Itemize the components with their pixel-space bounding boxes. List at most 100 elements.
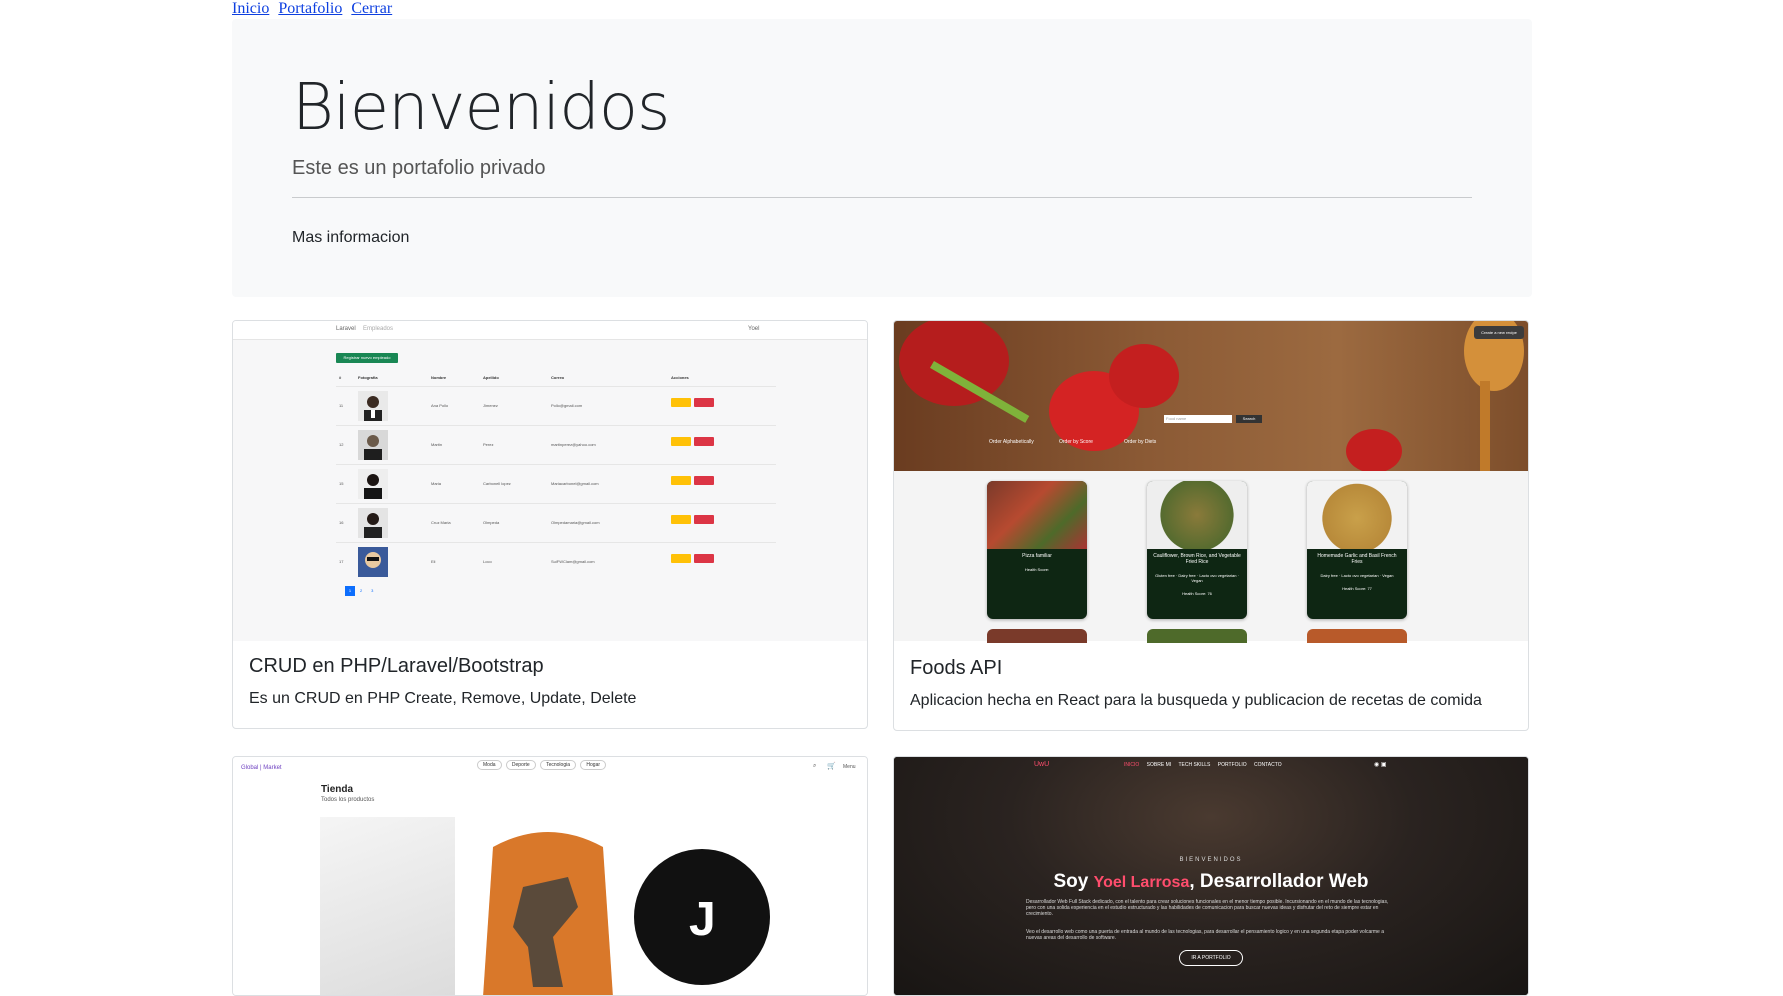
row-name: Ana Pollo (431, 403, 449, 408)
food-search-button: Search (1236, 415, 1262, 423)
recipe-card-peek (987, 629, 1087, 643)
row-id: 12 (339, 442, 344, 447)
recipe-name: Homemade Garlic and Basil French Fries (1317, 553, 1397, 565)
row-id: 16 (339, 520, 344, 525)
divider (292, 197, 1472, 198)
product-image-hoodie (473, 817, 623, 995)
project-screenshot-tienda: Global | Market Moda Deporte Tecnologia … (233, 757, 867, 995)
delete-button (694, 554, 714, 563)
jumbotron: Bienvenidos Este es un portafolio privad… (232, 19, 1532, 297)
col-id: # (339, 375, 342, 380)
page-lead: Este es un portafolio privado (292, 157, 546, 179)
headline-pre: Soy (1053, 871, 1094, 892)
preview-table-header: # Fotografia Nombre Apellido Correo Acci… (336, 375, 776, 385)
portfolio-menu-item: INICIO (1124, 762, 1140, 768)
employee-photo (358, 547, 388, 577)
project-screenshot-foods: Create a new recipe Food name Search Ord… (894, 321, 1528, 643)
table-row: 12 Martin Perez martinperez@yahoo.com (336, 425, 776, 464)
store-menu: Moda Deporte Tecnologia Hogar (477, 760, 607, 770)
store-menu-item: Deporte (505, 760, 536, 770)
delete-button (694, 398, 714, 407)
recipe-card-peek (1147, 629, 1247, 643)
portfolio-kicker: BIENVENIDOS (1179, 857, 1243, 863)
row-name: Maria (431, 481, 442, 486)
portfolio-brand: UwU (1034, 761, 1050, 768)
portfolio-menu-item: TECH SKILLS (1178, 762, 1211, 768)
recipe-card: Pizza familiar Health Score: (987, 481, 1087, 619)
store-menu-item: Moda (477, 760, 502, 770)
portfolio-paragraph-1: Desarrollador Web Full Stack dedicado, c… (1026, 899, 1389, 917)
col-photo: Fotografia (358, 375, 378, 380)
filter-score: Order by Score (1059, 439, 1093, 445)
nav-link-inicio[interactable]: Inicio (232, 0, 269, 17)
edit-button (671, 515, 691, 524)
recipe-name: Pizza familiar (1022, 553, 1052, 559)
preview-nav-item: Empleados (363, 326, 394, 332)
delete-button (694, 476, 714, 485)
nav-link-portafolio[interactable]: Portafolio (278, 0, 342, 17)
delete-button (694, 515, 714, 524)
store-menu-item: Hogar (580, 760, 607, 770)
store-heading: Tienda (321, 784, 354, 795)
row-surname: Olmpeda (483, 520, 500, 525)
table-row: 15 Maria Carbonell lopez Mariacarbonel@g… (336, 464, 776, 503)
row-email: Olmpedamaria@gmail.com (551, 520, 600, 525)
table-row: 11 Ana Pollo Jimenez Pollo@gmail.com (336, 386, 776, 425)
col-actions: Acciones (671, 375, 689, 380)
more-info-text: Mas informacion (292, 229, 410, 246)
recipe-card: Homemade Garlic and Basil French Fries D… (1307, 481, 1407, 619)
preview-register-button: Registrar nuevo empleado (336, 353, 398, 363)
store-cart-icon: 🛒 (827, 763, 836, 770)
store-menu-item: Tecnologia (540, 760, 576, 770)
row-id: 15 (339, 481, 344, 486)
project-screenshot-crud: Laravel Empleados Yoel Registrar nuevo e… (233, 321, 867, 641)
vegetables-illustration (899, 321, 1524, 471)
employee-photo (358, 508, 388, 538)
col-name: Nombre (431, 375, 447, 380)
headline-post: , Desarrollador Web (1189, 871, 1369, 892)
svg-text:J: J (689, 893, 716, 946)
row-surname: Jimenez (483, 403, 498, 408)
top-nav: Inicio Portafolio Cerrar (232, 0, 397, 18)
col-surname: Apellido (483, 375, 499, 380)
row-id: 11 (339, 403, 344, 408)
create-recipe-button: Create a new recipe (1481, 330, 1517, 335)
row-name: Cruz Maria (431, 520, 451, 525)
recipe-card: Cauliflower, Brown Rice, and Vegetable F… (1147, 481, 1247, 619)
recipe-score: Health Score: 76 (1182, 591, 1212, 596)
project-card-portfolio[interactable]: UwU INICIO SOBRE MI TECH SKILLS PORTFOLI… (893, 756, 1529, 996)
table-row: 17 Eli Loco SuiFWClam@gmail.com (336, 542, 776, 581)
card-title: CRUD en PHP/Laravel/Bootstrap (249, 655, 544, 677)
preview-pagination: 1 2 3 (345, 586, 377, 596)
nav-link-cerrar[interactable]: Cerrar (351, 0, 392, 17)
edit-button (671, 437, 691, 446)
project-screenshot-portfolio: UwU INICIO SOBRE MI TECH SKILLS PORTFOLI… (894, 757, 1528, 995)
row-surname: Loco (483, 559, 492, 564)
row-surname: Carbonell lopez (483, 481, 511, 486)
page-3: 3 (371, 588, 374, 593)
recipe-score: Health Score: (1024, 567, 1050, 572)
delete-button (694, 437, 714, 446)
page-title: Bienvenidos (292, 71, 670, 145)
edit-button (671, 398, 691, 407)
edit-button (671, 476, 691, 485)
card-description: Aplicacion hecha en React para la busque… (910, 692, 1482, 709)
portfolio-cta-button: IR A PORTFOLIO (1179, 950, 1243, 966)
card-title: Foods API (910, 657, 1003, 679)
project-card-crud[interactable]: Laravel Empleados Yoel Registrar nuevo e… (232, 320, 868, 729)
edit-button (671, 554, 691, 563)
employee-photo (358, 469, 388, 499)
row-name: Eli (431, 559, 436, 564)
store-brand: Global | Market (241, 765, 282, 771)
dinosaur-hoodie-icon (483, 832, 613, 995)
preview-brand: Laravel (336, 326, 356, 332)
portfolio-menu-item: SOBRE MI (1146, 762, 1172, 768)
project-card-tienda[interactable]: Global | Market Moda Deporte Tecnologia … (232, 756, 868, 996)
employee-photo (358, 391, 388, 421)
social-icons: ◉ ▣ (1374, 762, 1387, 768)
recipe-score: Health Score: 77 (1342, 586, 1372, 591)
headline-name: Yoel Larrosa (1093, 874, 1190, 891)
card-description: Es un CRUD en PHP Create, Remove, Update… (249, 690, 637, 707)
project-card-foods-api[interactable]: Create a new recipe Food name Search Ord… (893, 320, 1529, 731)
store-subheading: Todos los productos (321, 797, 375, 803)
